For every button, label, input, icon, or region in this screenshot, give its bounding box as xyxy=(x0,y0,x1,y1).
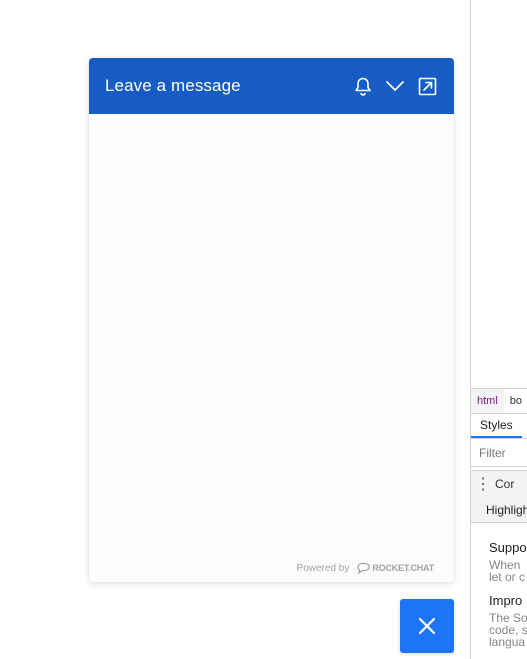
popout-icon xyxy=(418,77,436,95)
close-widget-button[interactable] xyxy=(400,599,454,653)
brand-label: ROCKET.CHAT xyxy=(372,563,434,573)
close-icon xyxy=(418,617,436,635)
bell-icon xyxy=(355,77,371,96)
news-item[interactable]: Suppo When let or c xyxy=(489,540,527,583)
tab-styles[interactable]: Styles xyxy=(471,413,522,438)
highlights-tab[interactable]: Highligh xyxy=(486,503,527,517)
dom-breadcrumbs: html bo xyxy=(471,388,527,414)
notifications-button[interactable] xyxy=(352,75,374,97)
chevron-down-icon xyxy=(386,81,404,91)
minimize-button[interactable] xyxy=(384,75,406,97)
widget-title: Leave a message xyxy=(105,76,241,95)
popout-button[interactable] xyxy=(416,75,438,97)
rocket-icon xyxy=(357,562,371,574)
devtools-panel: html bo Styles Filter ⋮ Cor Highligh Sup… xyxy=(470,0,527,659)
widget-body: Powered by ROCKET.CHAT xyxy=(89,114,454,582)
more-options-icon[interactable]: ⋮ xyxy=(471,474,495,494)
rocketchat-logo[interactable]: ROCKET.CHAT xyxy=(356,562,434,574)
powered-by-footer: Powered by ROCKET.CHAT xyxy=(297,562,434,574)
breadcrumb-html[interactable]: html xyxy=(471,389,504,413)
console-tab[interactable]: Cor xyxy=(495,477,514,491)
news-item-title: Impro xyxy=(489,593,523,608)
powered-by-label: Powered by xyxy=(296,562,350,574)
styles-filter-input[interactable]: Filter xyxy=(471,439,527,467)
news-item-desc-line: langua xyxy=(489,635,526,649)
highlights-tab-bar: Highligh xyxy=(471,497,527,523)
devtools-tabs: Styles xyxy=(471,413,527,439)
widget-header: Leave a message xyxy=(89,58,454,114)
news-item-desc-line: let or c xyxy=(489,570,526,584)
whats-new-content: Suppo When let or c Impro The So code, s… xyxy=(489,540,527,658)
livechat-widget: Leave a message Powered by ROCKET.CHAT xyxy=(89,58,454,582)
header-actions xyxy=(352,75,438,97)
news-item[interactable]: Impro The So code, s langua xyxy=(489,593,527,648)
breadcrumb-body[interactable]: bo xyxy=(504,389,527,413)
news-item-title: Suppo xyxy=(489,540,527,555)
console-drawer-bar: ⋮ Cor xyxy=(471,470,527,498)
